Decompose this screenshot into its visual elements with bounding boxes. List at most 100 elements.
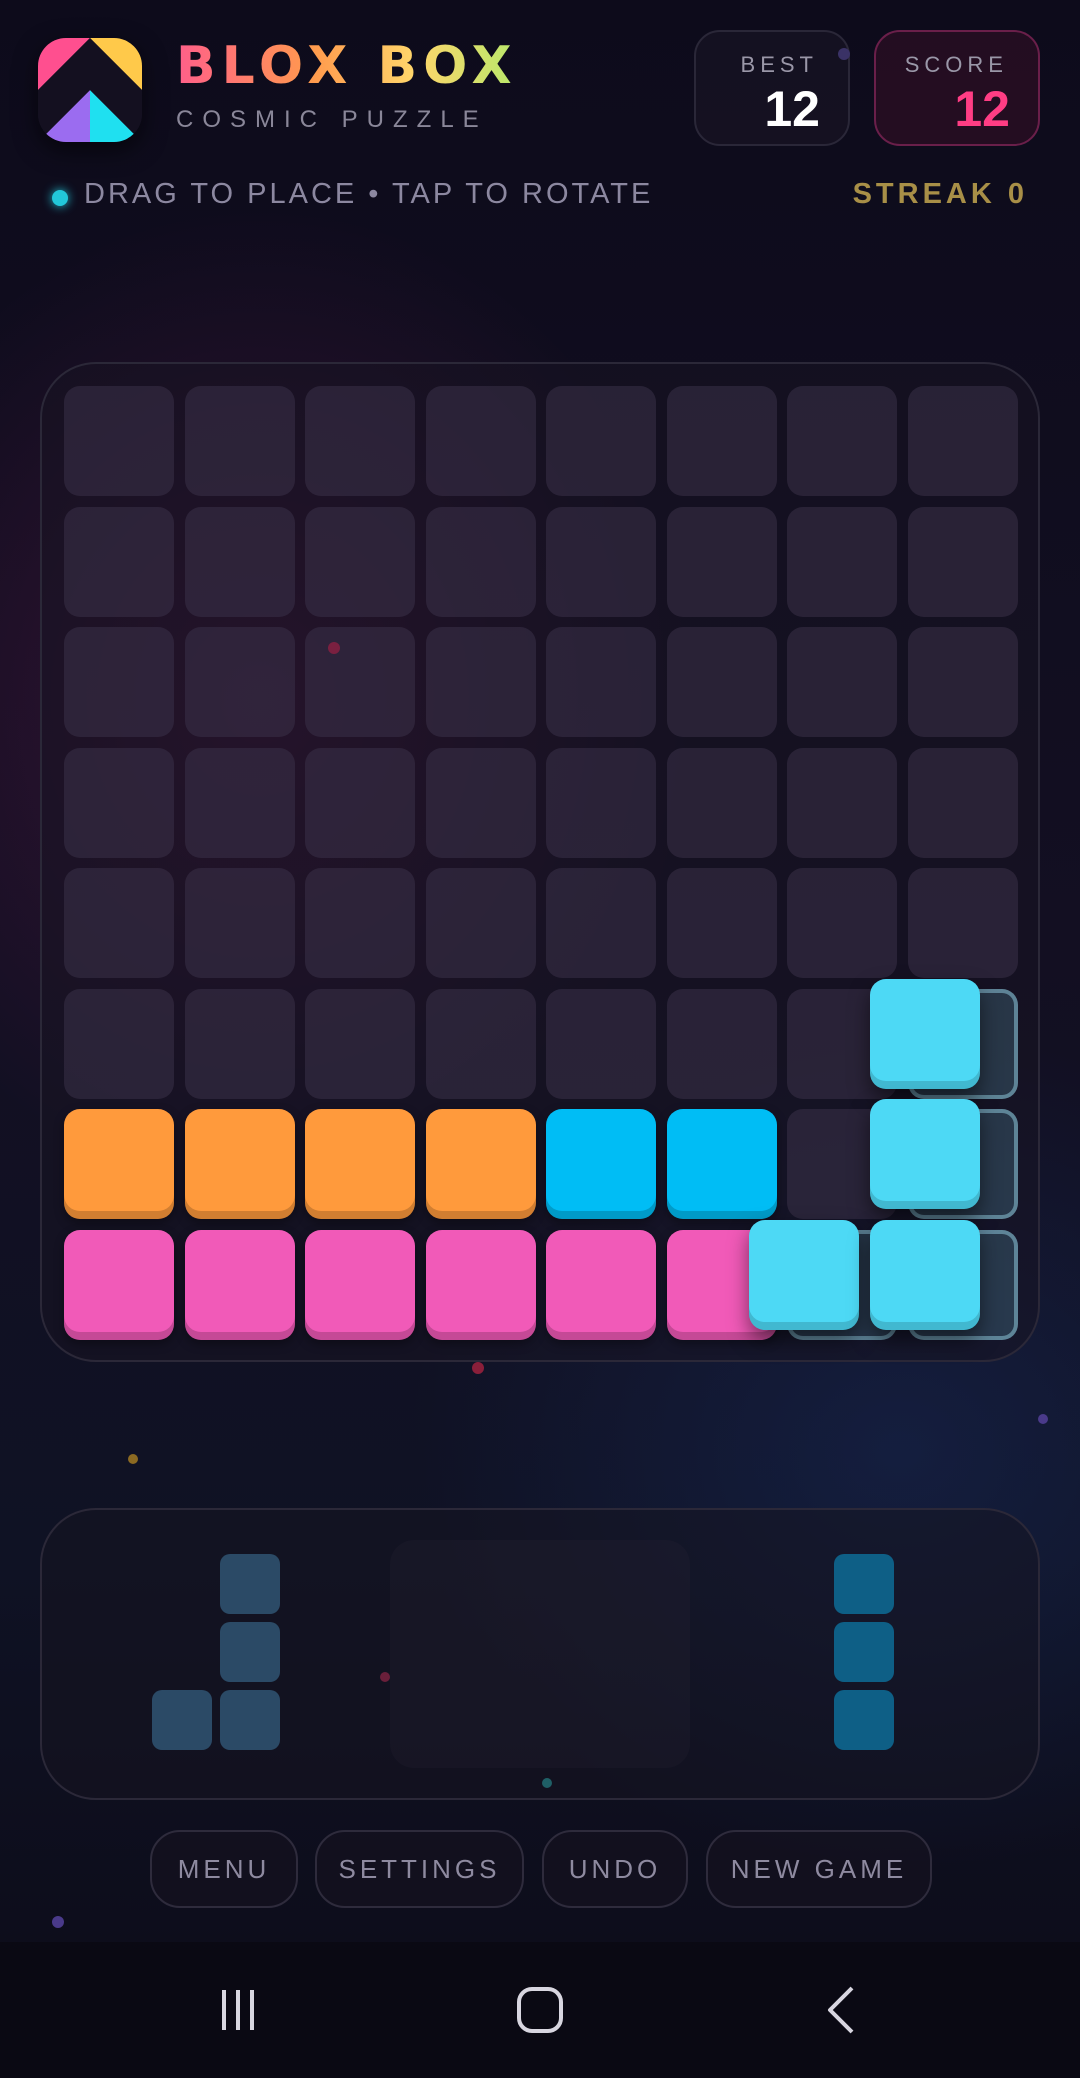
particle [1038,1414,1048,1424]
back-icon [828,1986,854,2034]
score-box: SCORE 12 [874,30,1040,146]
board-cell-empty [305,747,415,858]
board-cell-empty [666,868,777,978]
tray-piece-1-cell[interactable] [220,1622,280,1682]
board-cell-empty [546,506,656,617]
board-cell-empty [907,386,1018,496]
board-cell-empty [425,988,536,1099]
board-cell-empty [546,868,656,978]
board-cell-empty [305,988,415,1099]
particle [472,1362,484,1374]
tray-piece-3-cell[interactable] [834,1690,894,1750]
board-cell-empty [425,627,536,737]
board-cell-empty [305,506,415,617]
tray-slot-empty [390,1540,690,1768]
game-subtitle: COSMIC PUZZLE [176,106,488,133]
board-cell-empty [666,627,777,737]
recent-apps-button[interactable] [168,1942,308,2078]
back-button[interactable] [772,1942,912,2078]
board-cell-orange [64,1109,174,1219]
particle [380,1672,390,1682]
score-value: 12 [954,81,1010,137]
board-cell-empty [64,988,174,1099]
board-cell-blue [546,1109,656,1219]
home-icon [517,1987,563,2033]
recent-apps-icon [222,1990,254,2030]
board-cell-empty [425,386,536,496]
board-cell-pink [184,1229,295,1340]
settings-button[interactable]: SETTINGS [315,1830,524,1908]
board-cell-pink [64,1229,174,1340]
board-cell-empty [546,386,656,496]
board-cell-empty [907,506,1018,617]
tray-piece-1-cell[interactable] [152,1690,212,1750]
best-label: BEST [740,52,818,77]
board-cell-empty [425,868,536,978]
board-cell-pink [305,1229,415,1340]
tray-piece-3-cell[interactable] [834,1622,894,1682]
board-cell-empty [64,868,174,978]
board-cell-empty [787,386,897,496]
board-cell-empty [787,506,897,617]
board-cell-orange [305,1109,415,1219]
dragged-piece-cell[interactable] [869,978,980,1089]
game-board[interactable] [40,362,1040,1362]
tray-piece-1-cell[interactable] [220,1554,280,1614]
tray-piece-1-cell[interactable] [220,1690,280,1750]
board-cell-empty [907,747,1018,858]
app-logo-icon [38,38,142,142]
board-cell-empty [184,506,295,617]
hint-indicator-dot [52,190,68,206]
board-cell-orange [184,1109,295,1219]
board-cell-empty [666,386,777,496]
home-button[interactable] [470,1942,610,2078]
board-cell-empty [64,506,174,617]
hint-text: DRAG TO PLACE • TAP TO ROTATE [84,178,654,210]
board-cell-blue [666,1109,777,1219]
best-value: 12 [764,81,820,137]
board-cell-empty [184,868,295,978]
board-cell-pink [425,1229,536,1340]
board-cell-empty [787,747,897,858]
dragged-piece-cell[interactable] [869,1099,980,1209]
system-nav-bar [0,1942,1080,2078]
board-cell-empty [787,627,897,737]
undo-button[interactable]: UNDO [542,1830,688,1908]
particle [128,1454,138,1464]
board-cell-empty [64,747,174,858]
board-cell-empty [184,627,295,737]
board-cell-empty [64,627,174,737]
new-game-button[interactable]: NEW GAME [706,1830,932,1908]
board-cell-empty [787,868,897,978]
particle [328,642,340,654]
board-cell-empty [184,747,295,858]
board-cell-empty [305,386,415,496]
menu-button[interactable]: MENU [150,1830,298,1908]
board-cell-orange [425,1109,536,1219]
dragged-piece-cell[interactable] [869,1219,980,1330]
board-cell-empty [425,506,536,617]
board-cell-empty [425,747,536,858]
board-cell-empty [305,627,415,737]
board-cell-empty [546,988,656,1099]
particle [542,1778,552,1788]
board-cell-empty [666,506,777,617]
board-cell-empty [184,386,295,496]
particle [52,1916,64,1928]
board-cell-empty [907,868,1018,978]
dragged-piece-cell[interactable] [749,1219,859,1330]
board-cell-empty [184,988,295,1099]
board-cell-empty [305,868,415,978]
board-cell-pink [546,1229,656,1340]
board-cell-empty [666,988,777,1099]
game-title: BLOX BOX [176,36,518,96]
particle [838,48,850,60]
board-cell-empty [64,386,174,496]
score-label: SCORE [904,52,1008,77]
board-cell-empty [666,747,777,858]
board-cell-empty [546,747,656,858]
best-score-box: BEST 12 [694,30,850,146]
streak-counter: STREAK 0 [852,178,1028,210]
board-cell-empty [546,627,656,737]
tray-piece-3-cell[interactable] [834,1554,894,1614]
